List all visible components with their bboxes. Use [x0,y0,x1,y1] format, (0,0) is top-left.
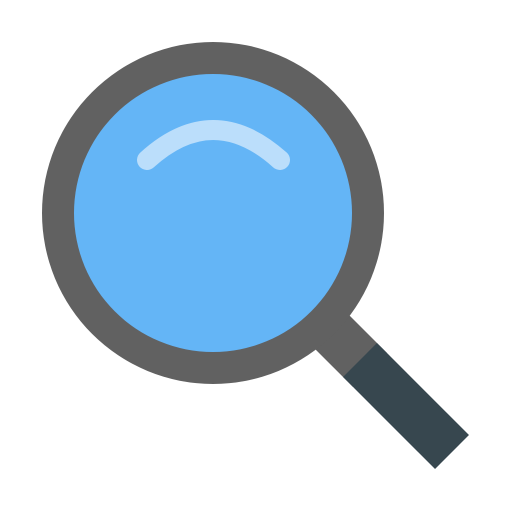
lens-glass [74,74,352,352]
handle-grip [343,343,469,469]
search-icon [42,42,469,469]
icon-canvas [0,0,512,512]
